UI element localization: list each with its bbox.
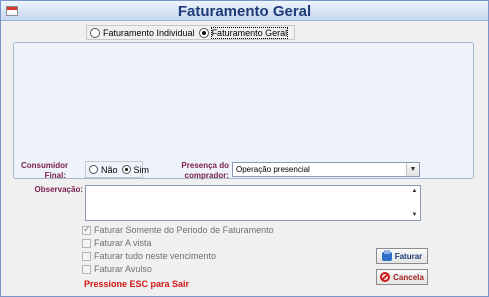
observacao-textarea[interactable]: ▲ ▼ xyxy=(85,185,421,221)
window-title: Faturamento Geral xyxy=(177,3,312,20)
presenca-label: Presença do comprador: xyxy=(181,161,229,180)
checkbox-label: Faturar Avulso xyxy=(94,264,152,274)
checkbox-icon xyxy=(82,238,91,248)
radio-circle-icon xyxy=(89,165,98,174)
radio-label: Faturamento Individual xyxy=(103,27,195,38)
esc-hint: Pressione ESC para Sair xyxy=(84,279,190,289)
radio-circle-icon xyxy=(90,27,100,38)
cancel-icon xyxy=(380,272,391,282)
checkbox-faturar-tudo-vencimento[interactable]: Faturar tudo neste vencimento xyxy=(82,251,216,261)
observacao-label: Observação: xyxy=(34,185,83,194)
radio-label: Sim xyxy=(133,164,150,175)
checkbox-checked-icon xyxy=(82,224,91,235)
faturamento-geral-window: Faturamento Geral Faturamento Individual… xyxy=(0,0,489,297)
checkbox-label: Faturar A vista xyxy=(94,238,152,248)
mode-radio-group: Faturamento Individual Faturamento Geral xyxy=(86,25,296,40)
scroll-up-icon[interactable]: ▲ xyxy=(410,187,419,195)
radio-checked-icon xyxy=(121,165,131,174)
faturar-button[interactable]: Faturar xyxy=(376,248,428,264)
checkbox-label: Faturar Somente do Periodo de Faturament… xyxy=(94,225,274,235)
presenca-selected-value: Operação presencial xyxy=(236,165,310,174)
checkbox-faturar-avulso[interactable]: Faturar Avulso xyxy=(82,264,152,274)
checkbox-label: Faturar tudo neste vencimento xyxy=(94,251,217,261)
faturar-label: Faturar xyxy=(394,251,423,261)
chevron-down-icon[interactable]: ▼ xyxy=(406,163,419,176)
consumidor-final-label: Consumidor Final: xyxy=(21,161,69,180)
checkbox-periodo-faturamento[interactable]: Faturar Somente do Periodo de Faturament… xyxy=(82,224,274,235)
presenca-select[interactable]: Operação presencial ▼ xyxy=(232,162,420,177)
checkbox-faturar-a-vista[interactable]: Faturar A vista xyxy=(82,238,152,248)
radio-label: Não xyxy=(101,164,118,175)
radio-sim[interactable]: Sim xyxy=(121,164,150,175)
consumidor-final-radio-group: Não Sim xyxy=(85,161,149,178)
checkbox-icon xyxy=(82,251,91,261)
radio-label: Faturamento Geral xyxy=(210,26,289,39)
checkbox-icon xyxy=(82,264,91,274)
radio-faturamento-geral[interactable]: Faturamento Geral xyxy=(198,26,289,39)
radio-nao[interactable]: Não xyxy=(89,165,118,175)
title-bar: Faturamento Geral xyxy=(1,1,488,21)
radio-checked-icon xyxy=(198,27,209,38)
radio-faturamento-individual[interactable]: Faturamento Individual xyxy=(90,27,195,38)
scroll-down-icon[interactable]: ▼ xyxy=(410,211,419,219)
invoice-icon xyxy=(381,249,392,261)
results-panel xyxy=(13,42,474,179)
cancela-label: Cancela xyxy=(393,272,424,282)
client-area: Faturamento Individual Faturamento Geral… xyxy=(1,21,488,296)
cancela-button[interactable]: Cancela xyxy=(376,269,428,285)
